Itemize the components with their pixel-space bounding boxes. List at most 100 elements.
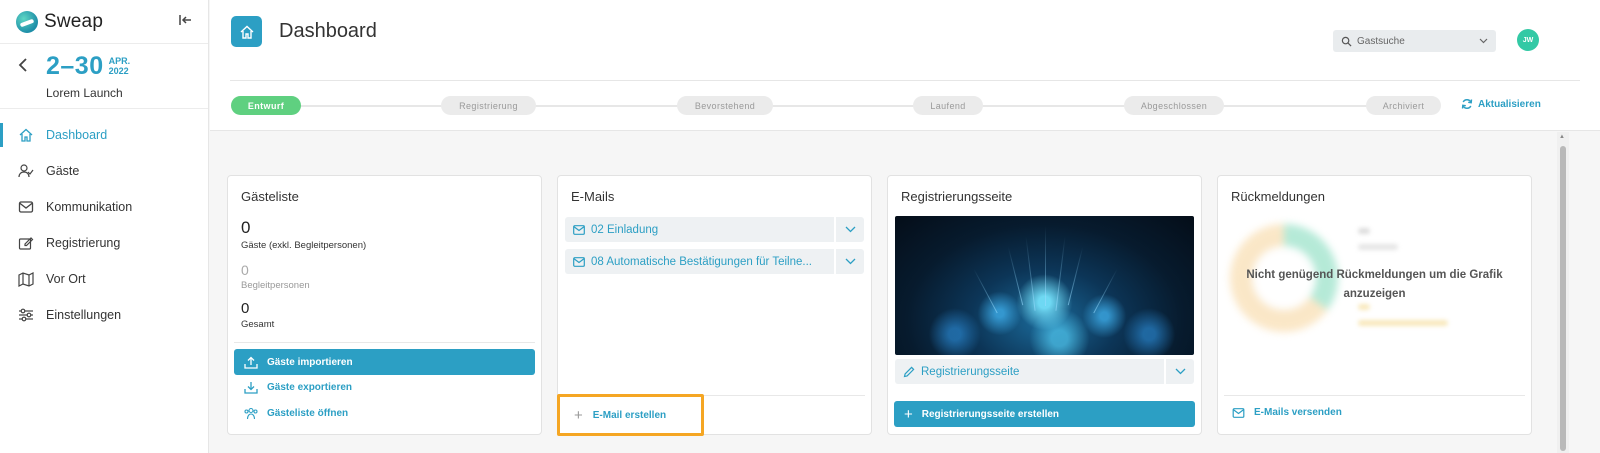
download-icon <box>244 382 258 394</box>
collapse-sidebar-icon[interactable] <box>178 13 192 30</box>
scroll-up-arrow-icon[interactable]: ▲ <box>1559 134 1565 140</box>
sidebar-item-label: Einstellungen <box>46 308 122 322</box>
refresh-button[interactable]: Aktualisieren <box>1461 98 1541 110</box>
chevron-down-icon[interactable] <box>1164 359 1194 384</box>
stage-running[interactable]: Laufend <box>913 96 983 115</box>
card-title: Registrierungsseite <box>901 189 1013 204</box>
sidebar-item-label: Kommunikation <box>46 200 133 214</box>
plus-icon: + <box>574 406 583 424</box>
blurred-legend-bar <box>1358 244 1398 250</box>
blurred-legend-bar <box>1358 304 1370 310</box>
dashboard-content: Gästeliste 0 Gäste (exkl. Begleitpersone… <box>210 132 1556 453</box>
total-count: 0 <box>241 300 250 317</box>
event-date: 2–30 APR. 2022 <box>46 52 130 81</box>
guest-search-placeholder: Gastsuche <box>1357 35 1405 47</box>
chevron-down-icon[interactable] <box>834 249 864 274</box>
stage-upcoming[interactable]: Bevorstehend <box>677 96 773 115</box>
create-registration-page-button[interactable]: + Registrierungsseite erstellen <box>894 401 1195 427</box>
upload-icon <box>244 356 258 369</box>
avatar[interactable]: JW <box>1517 29 1539 51</box>
export-guests-button[interactable]: Gäste exportieren <box>244 381 352 394</box>
email-item-label: 02 Einladung <box>591 223 659 236</box>
send-emails-button[interactable]: E-Mails versenden <box>1232 407 1342 418</box>
guest-list-card: Gästeliste 0 Gäste (exkl. Begleitpersone… <box>227 175 542 435</box>
total-count-label: Gesamt <box>241 319 275 330</box>
search-icon <box>1341 36 1352 47</box>
stage-registration[interactable]: Registrierung <box>441 96 536 115</box>
mail-icon <box>18 199 34 215</box>
sidebar: Sweap 2–30 APR. 2022 Lorem Launch Dashbo… <box>0 0 209 453</box>
no-feedback-message: Nicht genügend Rückmeldungen um die Graf… <box>1246 269 1503 300</box>
sidebar-item-registration[interactable]: Registrierung <box>0 225 208 261</box>
card-title: E-Mails <box>571 189 615 204</box>
email-item-label: 08 Automatische Bestätigungen für Teilne… <box>591 255 812 268</box>
plus-icon: + <box>904 405 913 423</box>
card-title: Gästeliste <box>241 189 299 204</box>
app-name: Sweap <box>44 10 104 32</box>
email-item[interactable]: 02 Einladung <box>565 217 864 242</box>
edit-form-icon <box>18 235 34 251</box>
create-registration-page-label: Registrierungsseite erstellen <box>921 408 1060 420</box>
event-month-year: APR. 2022 <box>109 56 131 76</box>
pencil-icon <box>903 366 915 377</box>
refresh-label: Aktualisieren <box>1478 98 1541 110</box>
event-name: Lorem Launch <box>46 86 123 100</box>
sidebar-item-dashboard[interactable]: Dashboard <box>0 117 208 153</box>
guests-count-label: Gäste (exkl. Begleitpersonen) <box>241 240 367 251</box>
back-chevron-icon[interactable] <box>18 56 28 79</box>
page-title: Dashboard <box>279 20 377 42</box>
companions-count: 0 <box>241 262 249 278</box>
blurred-legend-bar <box>1358 228 1370 234</box>
stage-completed[interactable]: Abgeschlossen <box>1124 96 1224 115</box>
sidebar-item-label: Gäste <box>46 164 80 178</box>
sidebar-nav: Dashboard Gäste Kommunikation Registrier… <box>0 117 208 333</box>
blurred-legend-bar <box>1358 320 1448 326</box>
emails-card: E-Mails 02 Einladung 08 Automatische Bes… <box>557 175 872 436</box>
sliders-icon <box>18 307 34 323</box>
page-header: Dashboard Gastsuche JW Entwurf Registrie… <box>210 0 1600 131</box>
sidebar-item-label: Vor Ort <box>46 272 86 286</box>
send-emails-label: E-Mails versenden <box>1254 407 1342 418</box>
import-guests-label: Gäste importieren <box>267 356 353 368</box>
chevron-down-icon <box>1479 36 1488 46</box>
sidebar-item-communication[interactable]: Kommunikation <box>0 189 208 225</box>
refresh-icon <box>1461 99 1473 109</box>
import-guests-button[interactable]: Gäste importieren <box>234 349 535 375</box>
sidebar-item-label: Dashboard <box>46 128 108 142</box>
registration-page-preview-image[interactable] <box>895 216 1194 355</box>
home-icon <box>18 127 34 143</box>
users-icon <box>244 407 258 420</box>
map-icon <box>18 271 34 287</box>
sidebar-item-on-site[interactable]: Vor Ort <box>0 261 208 297</box>
vertical-scrollbar[interactable]: ▲ <box>1557 132 1569 453</box>
create-email-label: E-Mail erstellen <box>592 409 667 421</box>
feedback-card: Rückmeldungen Nicht genügend Rückmeldung… <box>1217 175 1532 435</box>
chevron-down-icon[interactable] <box>834 217 864 242</box>
guests-count: 0 <box>241 218 251 237</box>
event-year: 2022 <box>108 66 129 76</box>
sidebar-item-settings[interactable]: Einstellungen <box>0 297 208 333</box>
registration-page-item[interactable]: Registrierungsseite <box>895 359 1194 384</box>
card-divider <box>1224 395 1525 396</box>
open-guest-list-button[interactable]: Gästeliste öffnen <box>244 407 348 420</box>
open-guest-list-label: Gästeliste öffnen <box>267 408 349 419</box>
header-divider <box>230 80 1580 81</box>
export-guests-label: Gäste exportieren <box>267 382 353 393</box>
stage-draft[interactable]: Entwurf <box>231 96 301 115</box>
mail-icon <box>1232 407 1245 418</box>
user-check-icon <box>18 163 34 179</box>
registration-page-label: Registrierungsseite <box>921 365 1020 378</box>
mail-icon <box>573 256 585 267</box>
guest-search-select[interactable]: Gastsuche <box>1333 30 1496 52</box>
email-item[interactable]: 08 Automatische Bestätigungen für Teilne… <box>565 249 864 274</box>
stage-progress-line <box>235 105 1440 107</box>
stage-archived[interactable]: Archiviert <box>1366 96 1441 115</box>
logo-row: Sweap <box>0 0 208 44</box>
sidebar-item-guests[interactable]: Gäste <box>0 153 208 189</box>
scrollbar-thumb[interactable] <box>1560 146 1566 451</box>
event-date-range: 2–30 <box>46 52 104 80</box>
sweap-logo-icon <box>16 10 38 33</box>
card-title: Rückmeldungen <box>1231 189 1325 204</box>
create-email-button[interactable]: + E-Mail erstellen <box>557 394 704 436</box>
registration-page-card: Registrierungsseite Registrierungsseite … <box>887 175 1202 435</box>
